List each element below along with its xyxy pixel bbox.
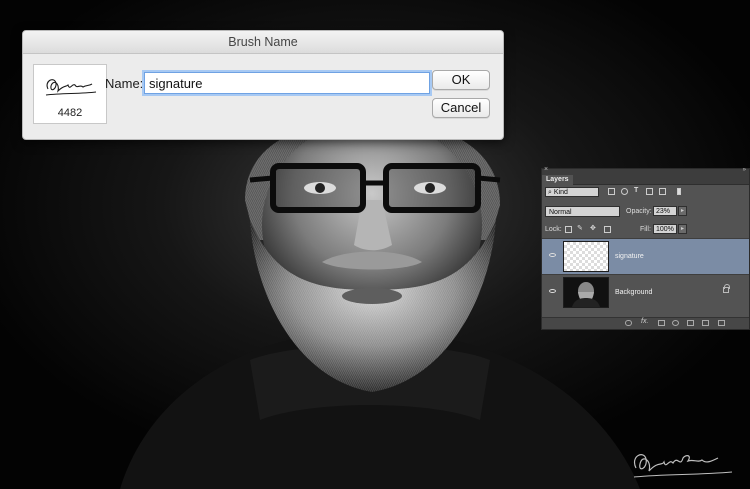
brush-preview: 4482 <box>33 64 107 124</box>
signature-brush-preview <box>45 79 97 96</box>
fill-label: Fill: <box>640 226 651 233</box>
filter-toggle-icon[interactable] <box>677 188 681 195</box>
layer-row-signature[interactable]: signature <box>542 238 749 275</box>
adjustment-filter-icon[interactable] <box>621 188 628 195</box>
filter-row: ⌕ Kind T <box>545 187 745 199</box>
adjustment-icon[interactable] <box>672 320 679 326</box>
layer-thumbnail <box>563 241 609 272</box>
close-icon[interactable]: × <box>544 166 548 173</box>
layer-row-background[interactable]: Background <box>542 274 749 311</box>
panel-tabbar: Layers <box>542 174 749 185</box>
blend-mode-select[interactable]: Normal <box>545 206 620 217</box>
lock-icon <box>723 284 730 293</box>
shape-filter-icon[interactable] <box>646 188 653 195</box>
lock-label: Lock: <box>545 226 562 233</box>
layers-panel: × » Layers ⌕ Kind T Normal Opacity: 23% … <box>541 166 750 330</box>
lock-transparency-icon[interactable] <box>565 226 572 233</box>
opacity-input[interactable]: 23% <box>653 206 677 216</box>
fx-icon[interactable]: fx. <box>641 318 648 325</box>
ok-button[interactable]: OK <box>432 70 490 90</box>
opacity-label: Opacity: <box>626 208 652 215</box>
mask-icon[interactable] <box>658 320 665 326</box>
dialog-title: Brush Name <box>23 31 503 54</box>
filter-kind-select[interactable]: ⌕ Kind <box>545 187 599 197</box>
pixel-filter-icon[interactable] <box>608 188 615 195</box>
name-label: Name: <box>105 76 144 91</box>
type-filter-icon[interactable]: T <box>634 187 638 194</box>
cancel-button[interactable]: Cancel <box>432 98 490 118</box>
panel-collapse-icon[interactable]: » <box>743 167 746 173</box>
layer-name[interactable]: signature <box>615 253 644 260</box>
brush-name-dialog: Brush Name 4482 Name: OK Cancel <box>22 30 504 140</box>
fill-dropdown-icon[interactable]: ▸ <box>678 224 687 234</box>
trash-icon[interactable] <box>718 320 725 326</box>
tab-layers[interactable]: Layers <box>542 175 573 185</box>
link-icon[interactable] <box>625 320 632 326</box>
signature-watermark <box>633 454 733 478</box>
fill-input[interactable]: 100% <box>653 224 677 234</box>
lock-all-icon[interactable] <box>604 226 611 233</box>
lock-pixels-icon[interactable]: ✎ <box>577 224 583 232</box>
new-layer-icon[interactable] <box>702 320 709 326</box>
layer-name[interactable]: Background <box>615 289 652 296</box>
opacity-dropdown-icon[interactable]: ▸ <box>678 206 687 216</box>
eye-icon[interactable] <box>549 253 556 257</box>
blend-row: Normal Opacity: 23% ▸ <box>545 206 745 218</box>
brush-name-input[interactable] <box>142 70 432 96</box>
layer-thumbnail <box>563 277 609 308</box>
smart-object-filter-icon[interactable] <box>659 188 666 195</box>
panel-footer: fx. <box>542 317 749 329</box>
brush-size-label: 4482 <box>57 107 83 119</box>
folder-icon[interactable] <box>687 320 694 326</box>
lock-position-icon[interactable]: ✥ <box>590 224 596 232</box>
panel-titlebar: × » <box>542 166 749 174</box>
eye-icon[interactable] <box>549 289 556 293</box>
lock-row: Lock: ✎ ✥ Fill: 100% ▸ <box>545 224 745 236</box>
